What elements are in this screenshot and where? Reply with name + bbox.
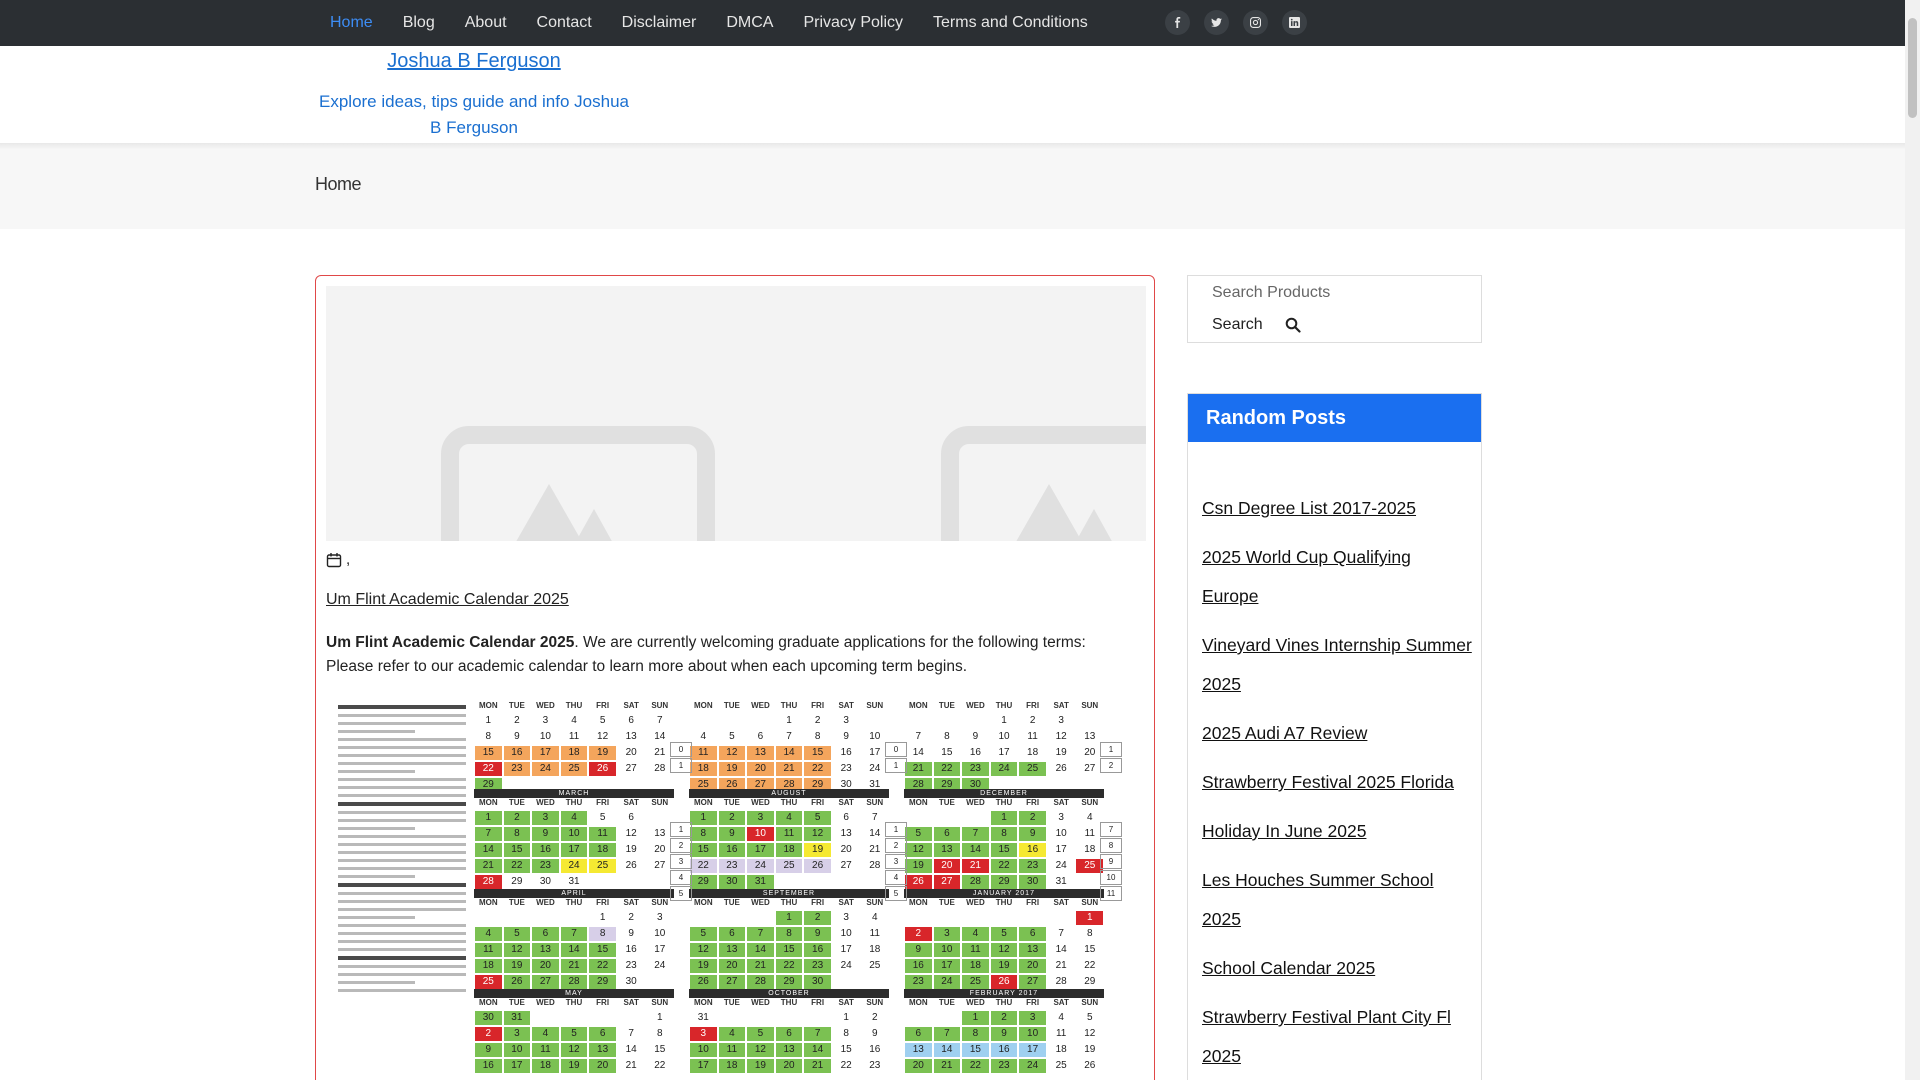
week-number-column: 01 xyxy=(885,741,907,774)
top-nav-bar: Home Blog About Contact Disclaimer DMCA … xyxy=(0,0,1905,46)
list-item: Holiday In June 2025 xyxy=(1202,812,1472,851)
nav-about[interactable]: About xyxy=(465,14,507,32)
random-post-link[interactable]: Les Houches Summer School 2025 xyxy=(1202,870,1434,929)
random-posts-title: Random Posts xyxy=(1188,394,1481,442)
search-widget: Search xyxy=(1187,275,1482,343)
search-button[interactable]: Search xyxy=(1212,316,1301,334)
nav-blog[interactable]: Blog xyxy=(403,14,435,32)
site-tagline: Explore ideas, tips guide and info Joshu… xyxy=(319,92,629,137)
main-nav: Home Blog About Contact Disclaimer DMCA … xyxy=(330,0,1118,46)
nav-terms[interactable]: Terms and Conditions xyxy=(933,14,1088,32)
breadcrumb: Home xyxy=(315,174,362,194)
calendar-month-december: DECEMBER MON TUE WED THU FRI SAT SUN 1234 5678… xyxy=(904,789,1104,889)
calendar-month-august: AUGUST MON TUE WED THU FRI SAT SUN 1234567 891… xyxy=(689,789,889,889)
nav-privacy-policy[interactable]: Privacy Policy xyxy=(803,14,903,32)
academic-calendar-image[interactable]: MON TUE WED THU FRI SAT SUN 1234567 8 9 10 11 12 13… xyxy=(326,701,1146,1080)
nav-contact[interactable]: Contact xyxy=(537,14,592,32)
random-post-link[interactable]: 2025 Audi A7 Review xyxy=(1202,723,1367,743)
calendar-month-march: MARCH MON TUE WED THU FRI SAT SUN 123456 7 8 9 10… xyxy=(474,789,674,889)
list-item: Strawberry Festival 2025 Florida xyxy=(1202,763,1472,802)
list-item: Strawberry Festival Plant City Fl 2025 xyxy=(1202,998,1472,1076)
week-number-column: 12345 xyxy=(885,821,907,902)
breadcrumb-band xyxy=(0,149,1905,229)
image-placeholder-icon xyxy=(941,426,1146,541)
random-posts-widget: Random Posts Csn Degree List 2017-2025 2… xyxy=(1187,393,1482,1080)
post-title-link[interactable]: Um Flint Academic Calendar 2025 xyxy=(326,591,569,609)
week-number-column: 12 xyxy=(1100,741,1122,774)
linkedin-icon[interactable] xyxy=(1282,10,1307,35)
social-links xyxy=(1165,10,1321,35)
facebook-icon[interactable] xyxy=(1165,10,1190,35)
excerpt-bold: Um Flint Academic Calendar 2025 xyxy=(326,634,575,651)
list-item: School Calendar 2025 xyxy=(1202,949,1472,988)
random-post-link[interactable]: Vineyard Vines Internship Summer 2025 xyxy=(1202,635,1472,694)
twitter-icon[interactable] xyxy=(1204,10,1229,35)
calendar-icon xyxy=(326,552,342,567)
calendar-month-september: SEPTEMBER MON TUE WED THU FRI SAT SUN 1234 567… xyxy=(689,889,889,989)
search-button-label: Search xyxy=(1212,316,1263,333)
search-icon xyxy=(1285,317,1301,333)
calendar-month-april: APRIL MON TUE WED THU FRI SAT SUN 123 4 5 6 7 8 9 10… xyxy=(474,889,674,989)
instagram-icon[interactable] xyxy=(1243,10,1268,35)
random-post-link[interactable]: Strawberry Festival 2025 Florida xyxy=(1202,772,1454,792)
week-number-column: 12345 xyxy=(670,821,692,902)
post-excerpt: Um Flint Academic Calendar 2025. We are … xyxy=(326,631,1136,679)
calendar-month-block: MON TUE WED THU FRI SAT SUN 123 7 8 9 10 11 12 13 14… xyxy=(904,701,1104,801)
list-item: Les Houches Summer School 2025 xyxy=(1202,861,1472,939)
week-number-column: 7 8 9 10 11 xyxy=(1100,821,1122,902)
site-title[interactable]: Joshua B Ferguson xyxy=(318,50,630,73)
list-item: 2025 Audi A7 Review xyxy=(1202,714,1472,753)
random-posts-list: Csn Degree List 2017-2025 2025 World Cup… xyxy=(1202,489,1472,1080)
calendar-month-february-2017: FEBRUARY 2017 MON TUE WED THU FRI SAT SUN 1234… xyxy=(904,989,1104,1080)
scrollbar-thumb[interactable] xyxy=(1908,18,1917,118)
calendar-month-block: MON TUE WED THU FRI SAT SUN 1234567 8 9 10 11 12 13… xyxy=(474,701,674,801)
nav-dmca[interactable]: DMCA xyxy=(726,14,773,32)
calendar-month-may: MAY MON TUE WED THU FRI SAT SUN 30 31 1 2345678 … xyxy=(474,989,674,1080)
calendar-month-block: MON TUE WED THU FRI SAT SUN 123 4 5 6 7 8 9 10 11 12 1… xyxy=(689,701,889,801)
nav-disclaimer[interactable]: Disclaimer xyxy=(622,14,697,32)
random-post-link[interactable]: Holiday In June 2025 xyxy=(1202,821,1366,841)
search-input[interactable] xyxy=(1212,279,1462,307)
nav-home[interactable]: Home xyxy=(330,14,373,32)
list-item: Csn Degree List 2017-2025 xyxy=(1202,489,1472,528)
calendar-notes-column xyxy=(326,701,466,1080)
calendar-month-january-2017: JANUARY 2017 MON TUE WED THU FRI SAT SUN 1 234… xyxy=(904,889,1104,989)
calendar-month-october: OCTOBER MON TUE WED THU FRI SAT SUN 31 1 2 34567… xyxy=(689,989,889,1080)
random-post-link[interactable]: 2025 World Cup Qualifying Europe xyxy=(1202,547,1411,606)
random-post-link[interactable]: Csn Degree List 2017-2025 xyxy=(1202,498,1416,518)
mountain-shape-small xyxy=(1069,509,1119,541)
post-date-separator: , xyxy=(346,551,351,568)
list-item: Vineyard Vines Internship Summer 2025 xyxy=(1202,626,1472,704)
page-scrollbar[interactable] xyxy=(1905,0,1920,1080)
random-post-link[interactable]: School Calendar 2025 xyxy=(1202,958,1375,978)
post-card: , Um Flint Academic Calendar 2025 Um Fli… xyxy=(315,275,1155,1080)
post-meta: , xyxy=(326,551,350,568)
random-post-link[interactable]: Strawberry Festival Plant City Fl 2025 xyxy=(1202,1007,1451,1066)
mountain-shape-small xyxy=(569,509,619,541)
image-placeholder-icon xyxy=(441,426,715,541)
list-item: 2025 World Cup Qualifying Europe xyxy=(1202,538,1472,616)
featured-image-placeholder[interactable] xyxy=(326,286,1146,541)
week-number-column: 01 xyxy=(670,741,692,774)
